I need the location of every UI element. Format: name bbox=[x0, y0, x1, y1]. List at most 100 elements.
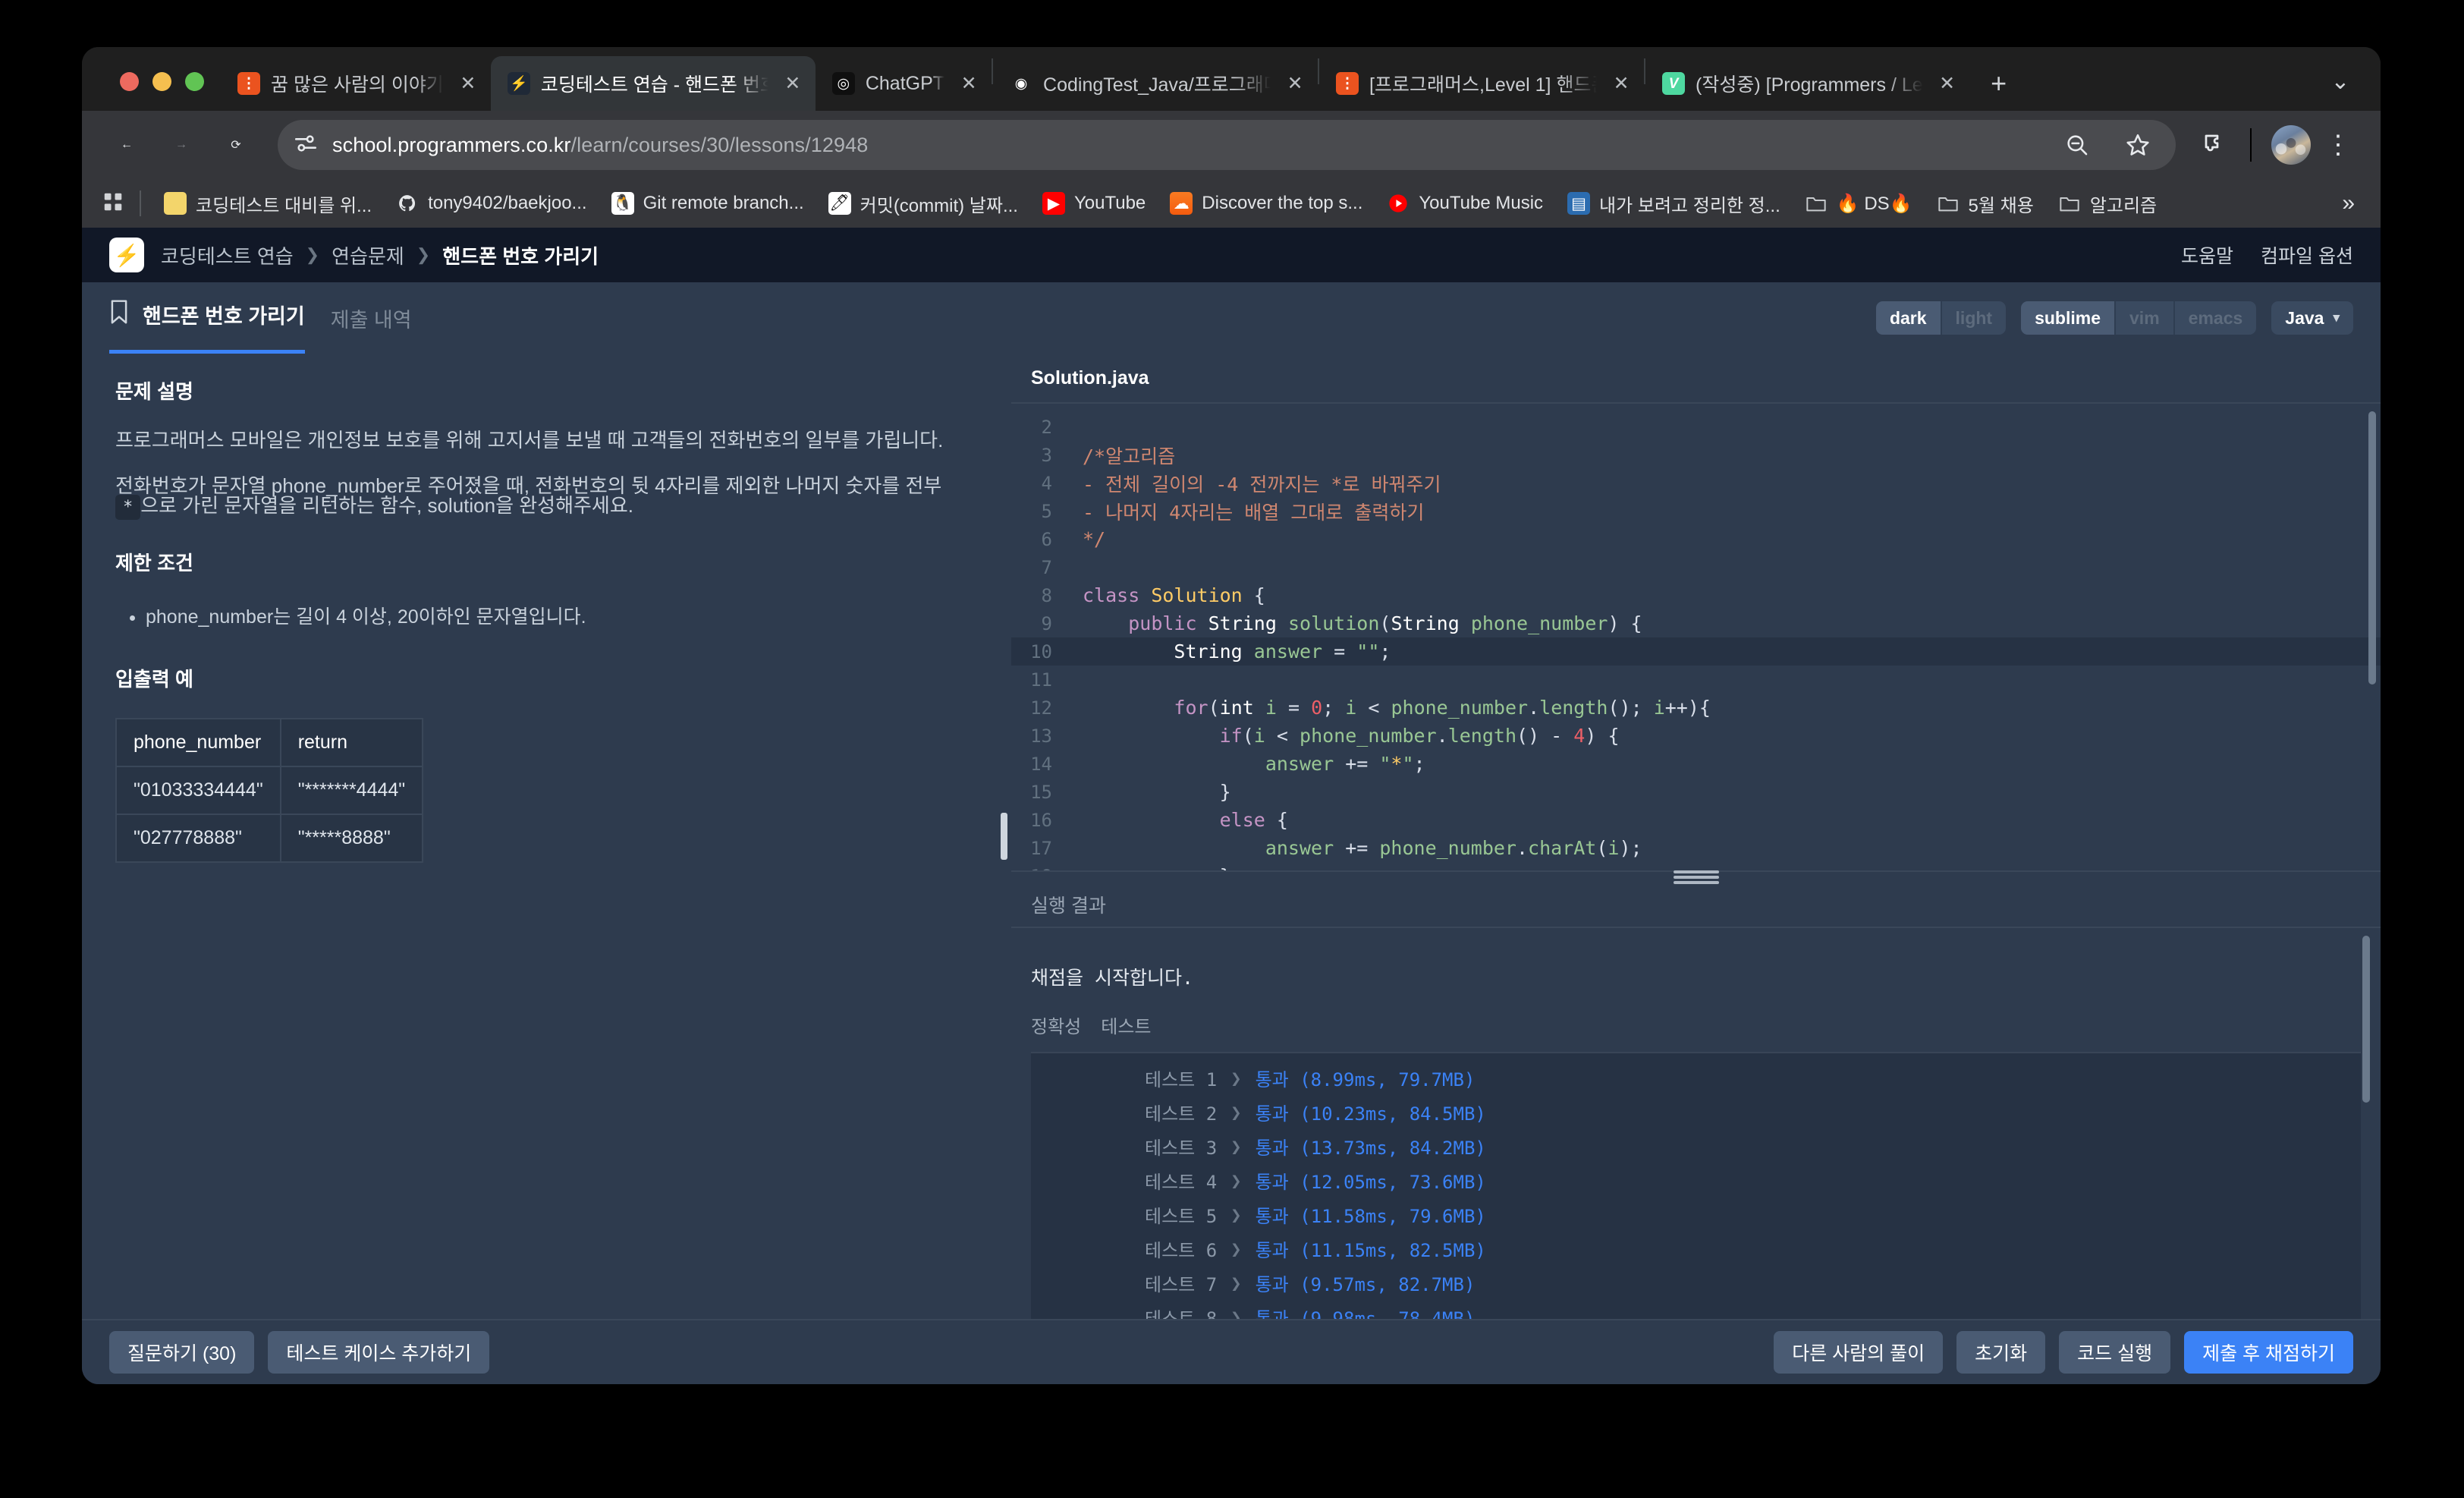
bookmark-star-icon[interactable] bbox=[2115, 122, 2161, 168]
result-tab-test[interactable]: 테스트 bbox=[1101, 1012, 1151, 1038]
close-tab-icon[interactable]: ✕ bbox=[454, 70, 482, 97]
code-line[interactable]: 12 for(int i = 0; i < phone_number.lengt… bbox=[1011, 694, 2381, 722]
profile-avatar[interactable] bbox=[2271, 125, 2311, 165]
minimize-window-button[interactable] bbox=[152, 72, 171, 91]
theme-option-dark[interactable]: dark bbox=[1875, 301, 1941, 335]
run-code-button[interactable]: 코드 실행 bbox=[2059, 1331, 2171, 1374]
add-test-case-button[interactable]: 테스트 케이스 추가하기 bbox=[268, 1331, 490, 1374]
editor-scrollbar[interactable] bbox=[2368, 411, 2376, 684]
reload-button[interactable]: ⟳ bbox=[211, 120, 261, 170]
code-lines[interactable]: 2 3 /*알고리즘 4 - 전체 길이의 -4 전까지는 *로 바꿔주기 5 - 나머지 … bbox=[1011, 413, 2381, 870]
test-result-row[interactable]: 테스트 7 ❯ 통과 (9.57ms, 82.7MB) bbox=[1031, 1266, 2361, 1300]
bookmark-folder-0[interactable]: 🔥 DS🔥 bbox=[1794, 187, 1923, 219]
bookmark-folder-2[interactable]: 알고리즘 bbox=[2048, 186, 2167, 222]
theme-option-light[interactable]: light bbox=[1940, 301, 2007, 335]
breadcrumb-item-1[interactable]: 연습문제 bbox=[332, 241, 404, 269]
code-line[interactable]: 10 String answer = ""; bbox=[1011, 637, 2381, 666]
keymap-option-emacs[interactable]: emacs bbox=[2173, 301, 2257, 335]
bookmark-icon[interactable] bbox=[109, 299, 129, 331]
help-link[interactable]: 도움말 bbox=[2181, 241, 2233, 269]
code-line[interactable]: 3 /*알고리즘 bbox=[1011, 441, 2381, 469]
result-scrollbar[interactable] bbox=[2362, 936, 2370, 1103]
extensions-puzzle-icon[interactable] bbox=[2192, 122, 2238, 168]
code-editor[interactable]: 2 3 /*알고리즘 4 - 전체 길이의 -4 전까지는 *로 바꿔주기 5 - 나머지 … bbox=[1011, 404, 2381, 871]
code-line[interactable]: 8 class Solution { bbox=[1011, 581, 2381, 609]
zoom-out-icon[interactable] bbox=[2054, 122, 2100, 168]
apps-grid-icon[interactable] bbox=[102, 190, 127, 216]
pane-splitter[interactable] bbox=[996, 354, 1011, 1319]
bookmark-item-1[interactable]: tony9402/baekjoo... bbox=[385, 187, 598, 219]
test-result-row[interactable]: 테스트 2 ❯ 통과 (10.23ms, 84.5MB) bbox=[1031, 1095, 2361, 1129]
code-line[interactable]: 16 else { bbox=[1011, 806, 2381, 834]
ask-question-button[interactable]: 질문하기 (30) bbox=[109, 1331, 255, 1374]
code-line[interactable]: 15 } bbox=[1011, 778, 2381, 806]
code-line[interactable]: 14 answer += "*"; bbox=[1011, 750, 2381, 778]
bookmark-item-0[interactable]: 코딩테스트 대비를 위... bbox=[153, 186, 382, 222]
new-tab-button[interactable]: + bbox=[1979, 64, 2019, 103]
tab-search-chevron-down-icon[interactable]: ⌄ bbox=[2320, 61, 2361, 102]
close-tab-icon[interactable]: ✕ bbox=[779, 70, 806, 97]
back-button[interactable]: ← bbox=[102, 120, 152, 170]
tab-lesson-active[interactable]: 핸드폰 번호 가리기 bbox=[109, 282, 305, 354]
tab-submissions[interactable]: 제출 내역 bbox=[331, 282, 412, 354]
code-line[interactable]: 5 - 나머지 4자리는 배열 그대로 출력하기 bbox=[1011, 497, 2381, 525]
browser-tab-2[interactable]: ◎ ChatGPT ✕ bbox=[816, 56, 992, 111]
compile-options-link[interactable]: 컴파일 옵션 bbox=[2261, 241, 2353, 269]
close-tab-icon[interactable]: ✕ bbox=[955, 70, 982, 97]
theme-toggle[interactable]: dark light bbox=[1875, 301, 2007, 335]
bookmark-folder-1[interactable]: 5월 채용 bbox=[1926, 186, 2044, 222]
close-tab-icon[interactable]: ✕ bbox=[1934, 70, 1961, 97]
close-tab-icon[interactable]: ✕ bbox=[1281, 70, 1309, 97]
code-line[interactable]: 2 bbox=[1011, 413, 2381, 441]
keymap-option-vim[interactable]: vim bbox=[2114, 301, 2173, 335]
test-result-row[interactable]: 테스트 6 ❯ 통과 (11.15ms, 82.5MB) bbox=[1031, 1232, 2361, 1266]
code-line[interactable]: 7 bbox=[1011, 553, 2381, 581]
browser-tab-5[interactable]: V (작성중) [Programmers / Le ✕ bbox=[1645, 56, 1970, 111]
test-result: 통과 (9.98ms, 78.4MB) bbox=[1256, 1304, 1476, 1319]
test-result-row[interactable]: 테스트 5 ❯ 통과 (11.58ms, 79.6MB) bbox=[1031, 1197, 2361, 1232]
browser-tab-0[interactable]: ⋮ 꿈 많은 사람의 이야기 ✕ bbox=[221, 56, 491, 111]
code-line[interactable]: 11 bbox=[1011, 666, 2381, 694]
code-line[interactable]: 4 - 전체 길이의 -4 전까지는 *로 바꿔주기 bbox=[1011, 469, 2381, 497]
code-line[interactable]: 13 if(i < phone_number.length() - 4) { bbox=[1011, 722, 2381, 750]
bookmark-item-3[interactable]: 🖊 커밋(commit) 날짜... bbox=[818, 186, 1029, 222]
browser-tab-4[interactable]: ⋮ [프로그래머스,Level 1] 핸드폰 ✕ bbox=[1319, 56, 1644, 111]
browser-tab-3[interactable]: ◉ CodingTest_Java/프로그래머 ✕ bbox=[993, 56, 1318, 111]
forward-button[interactable]: → bbox=[156, 120, 206, 170]
keymap-toggle[interactable]: sublime vim emacs bbox=[2021, 301, 2257, 335]
submit-button[interactable]: 제출 후 채점하기 bbox=[2184, 1331, 2353, 1374]
line-number: 14 bbox=[1030, 753, 1052, 775]
close-window-button[interactable] bbox=[120, 72, 139, 91]
splitter-grip-icon[interactable] bbox=[1000, 813, 1007, 860]
site-settings-icon[interactable] bbox=[293, 131, 319, 160]
bookmarks-overflow-button[interactable]: » bbox=[2342, 190, 2361, 216]
code-line[interactable]: 6 */ bbox=[1011, 525, 2381, 553]
code-line[interactable]: 17 answer += phone_number.charAt(i); bbox=[1011, 834, 2381, 862]
others-solution-button[interactable]: 다른 사람의 풀이 bbox=[1774, 1331, 1944, 1374]
editor-resize-handle[interactable] bbox=[1011, 870, 2381, 885]
test-result-row[interactable]: 테스트 4 ❯ 통과 (12.05ms, 73.6MB) bbox=[1031, 1163, 2361, 1197]
bookmark-label: 알고리즘 bbox=[2089, 195, 2158, 216]
code-line[interactable]: 9 public String solution(String phone_nu… bbox=[1011, 609, 2381, 637]
close-tab-icon[interactable]: ✕ bbox=[1608, 70, 1635, 97]
bookmark-item-7[interactable]: ▤ 내가 보려고 정리한 정... bbox=[1557, 186, 1791, 222]
bookmark-item-4[interactable]: ▶ YouTube bbox=[1032, 187, 1156, 219]
keymap-option-sublime[interactable]: sublime bbox=[2021, 301, 2115, 335]
bookmark-item-5[interactable]: ☁ Discover the top s... bbox=[1159, 187, 1373, 219]
bookmark-item-2[interactable]: 🐧 Git remote branch... bbox=[601, 187, 815, 219]
programmers-logo-icon[interactable]: ⚡ bbox=[109, 238, 144, 272]
browser-menu-icon[interactable]: ⋮ bbox=[2315, 122, 2361, 168]
reset-button[interactable]: 초기화 bbox=[1956, 1331, 2046, 1374]
test-result-row[interactable]: 테스트 8 ❯ 통과 (9.98ms, 78.4MB) bbox=[1031, 1300, 2361, 1319]
maximize-window-button[interactable] bbox=[185, 72, 204, 91]
result-tab-accuracy[interactable]: 정확성 bbox=[1031, 1012, 1081, 1038]
site-header-links: 도움말 컴파일 옵션 bbox=[2181, 241, 2353, 269]
test-result-row[interactable]: 테스트 1 ❯ 통과 (8.99ms, 79.7MB) bbox=[1031, 1061, 2361, 1095]
commit-icon: 🖊 bbox=[828, 192, 851, 215]
test-result-row[interactable]: 테스트 3 ❯ 통과 (13.73ms, 84.2MB) bbox=[1031, 1129, 2361, 1163]
address-bar[interactable]: school.programmers.co.kr/learn/courses/3… bbox=[278, 120, 2176, 170]
breadcrumb-item-0[interactable]: 코딩테스트 연습 bbox=[161, 241, 294, 269]
bookmark-item-6[interactable]: YouTube Music bbox=[1376, 187, 1554, 219]
language-select[interactable]: Java ▾ bbox=[2271, 301, 2353, 335]
browser-tab-1-active[interactable]: ⚡ 코딩테스트 연습 - 핸드폰 번호 ✕ bbox=[490, 56, 816, 111]
